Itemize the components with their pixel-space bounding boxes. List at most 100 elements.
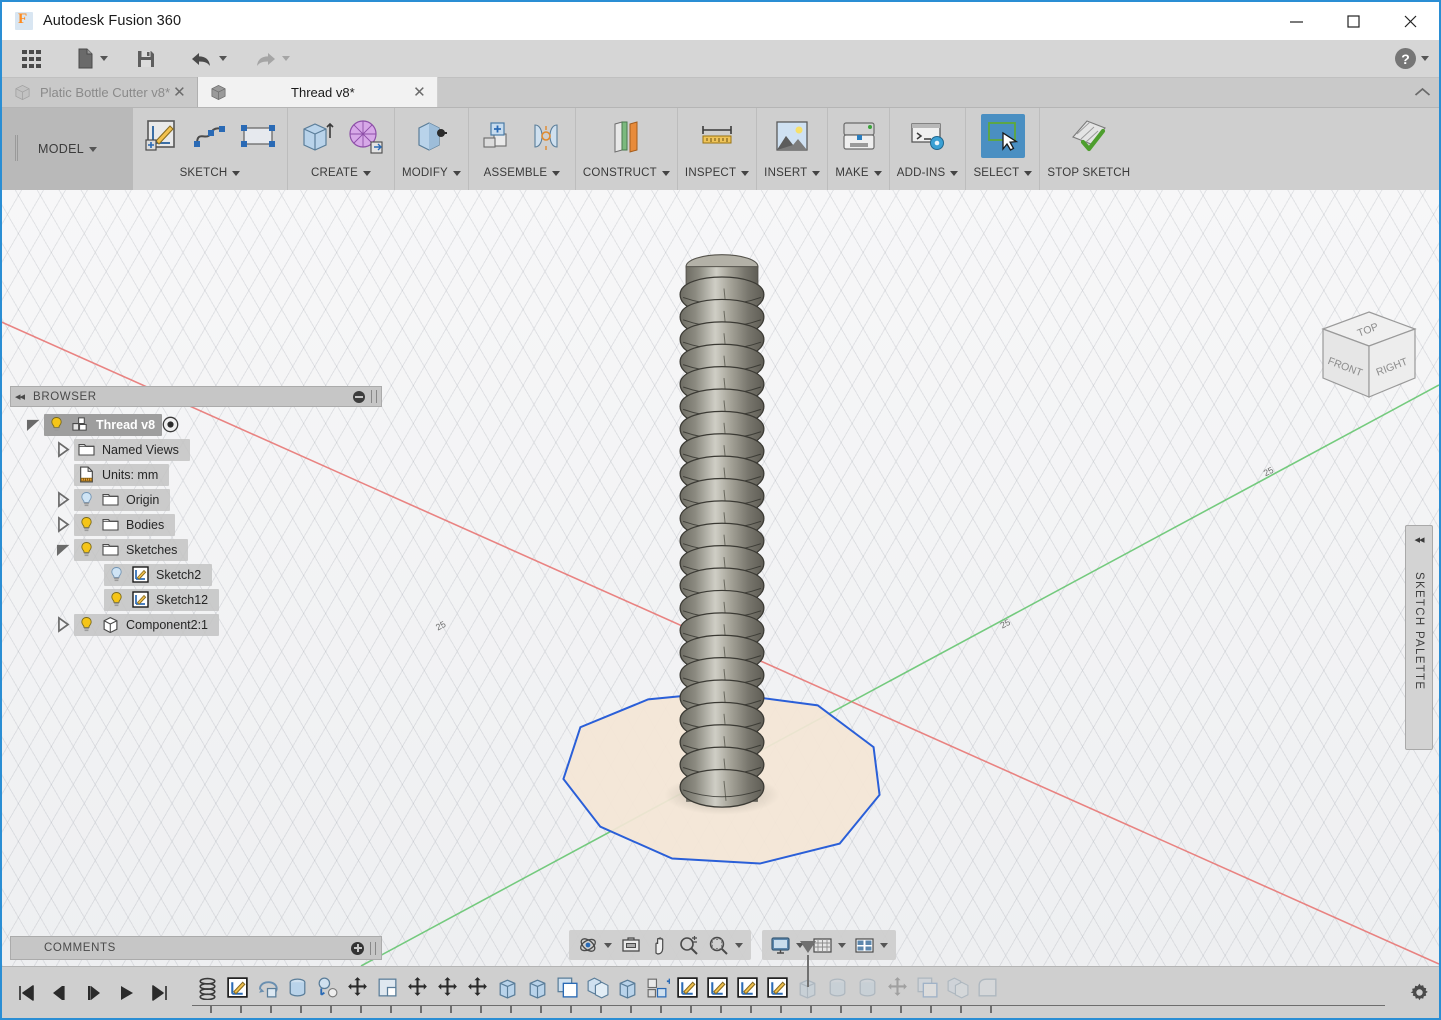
joint-button[interactable] xyxy=(524,114,568,158)
chevron-down-icon[interactable] xyxy=(950,171,958,176)
viewports-button[interactable] xyxy=(850,932,892,958)
workspace-switcher[interactable]: MODEL xyxy=(2,108,133,190)
chevron-down-icon[interactable] xyxy=(735,943,743,948)
chevron-down-icon[interactable] xyxy=(1024,171,1032,176)
timeline-settings-button[interactable] xyxy=(1399,967,1439,1019)
spline-button[interactable] xyxy=(188,114,232,158)
maximize-button[interactable] xyxy=(1325,2,1382,40)
light-bulb-icon[interactable] xyxy=(78,616,95,633)
3d-print-button[interactable] xyxy=(837,114,881,158)
go-to-end-button[interactable] xyxy=(144,976,174,1010)
move-feature-1[interactable] xyxy=(342,972,372,1004)
cylinder-feature[interactable] xyxy=(282,972,312,1004)
collapse-ribbon-button[interactable] xyxy=(1405,77,1439,107)
expand-arrow-down-icon[interactable] xyxy=(55,541,72,558)
expand-arrow-right-icon[interactable] xyxy=(55,441,72,458)
browser-item-chip[interactable]: Sketch12 xyxy=(104,589,219,611)
expand-arrow-right-icon[interactable] xyxy=(55,516,72,533)
save-button[interactable] xyxy=(130,44,162,74)
chevron-down-icon[interactable] xyxy=(363,171,371,176)
expand-arrow-right-icon[interactable] xyxy=(55,491,72,508)
stop-sketch-button[interactable] xyxy=(1067,114,1111,158)
browser-item-chip[interactable]: Bodies xyxy=(74,514,175,536)
new-component-button[interactable] xyxy=(476,114,520,158)
move-feature-3[interactable] xyxy=(432,972,462,1004)
close-button[interactable] xyxy=(1382,2,1439,40)
look-at-button[interactable] xyxy=(616,932,646,958)
light-bulb-icon[interactable] xyxy=(48,416,65,433)
browser-item-chip[interactable]: Named Views xyxy=(74,439,190,461)
document-tab-inactive[interactable]: Platic Bottle Cutter v8* ✕ xyxy=(2,77,198,107)
browser-tree-item[interactable]: Thread v8 xyxy=(10,412,382,437)
combine-feature[interactable] xyxy=(582,972,612,1004)
help-button[interactable]: ? xyxy=(1395,48,1416,69)
comments-panel[interactable]: COMMENTS xyxy=(10,936,382,960)
chevron-down-icon[interactable] xyxy=(812,171,820,176)
chevron-down-icon[interactable] xyxy=(874,171,882,176)
copy-feature-2[interactable] xyxy=(912,972,942,1004)
viewport-canvas[interactable]: 25 25 25 xyxy=(2,190,1439,966)
expand-arrow-down-icon[interactable] xyxy=(25,416,42,433)
browser-tree-item[interactable]: Sketch12 xyxy=(10,587,382,612)
collapse-left-icon[interactable]: ◂◂ xyxy=(15,390,24,403)
box-feature[interactable] xyxy=(372,972,402,1004)
orbit-button[interactable] xyxy=(573,932,616,958)
activate-component-radio-icon[interactable] xyxy=(162,416,179,433)
browser-tree-item[interactable]: Named Views xyxy=(10,437,382,462)
play-button[interactable] xyxy=(111,976,141,1010)
extrude-feature-3[interactable] xyxy=(612,972,642,1004)
chevron-down-icon[interactable] xyxy=(880,943,888,948)
select-button[interactable] xyxy=(981,114,1025,158)
pan-button[interactable] xyxy=(646,932,674,958)
collapse-right-icon[interactable]: ◂◂ xyxy=(1414,533,1423,546)
browser-tree-item[interactable]: Units: mm xyxy=(10,462,382,487)
twisty-toggle[interactable] xyxy=(52,541,74,558)
chevron-down-icon[interactable] xyxy=(741,171,749,176)
light-bulb-icon[interactable] xyxy=(78,541,95,558)
sketch-feature-2[interactable] xyxy=(672,972,702,1004)
panel-grip[interactable] xyxy=(371,390,377,403)
light-bulb-icon[interactable] xyxy=(78,491,95,508)
component-feature[interactable] xyxy=(642,972,672,1004)
rectangle-button[interactable] xyxy=(236,114,280,158)
move-feature-4[interactable] xyxy=(462,972,492,1004)
browser-item-chip[interactable]: Sketches xyxy=(74,539,188,561)
twisty-toggle[interactable] xyxy=(22,416,44,433)
light-bulb-icon[interactable] xyxy=(108,591,125,608)
timeline-marker[interactable] xyxy=(800,941,816,953)
browser-item-chip[interactable]: Units: mm xyxy=(74,464,169,486)
combine-feature-2[interactable] xyxy=(942,972,972,1004)
document-tab-active[interactable]: Thread v8* ✕ xyxy=(198,77,438,107)
twisty-toggle[interactable] xyxy=(52,616,74,633)
measure-button[interactable] xyxy=(695,114,739,158)
browser-tree-item[interactable]: Sketches xyxy=(10,537,382,562)
scripts-addins-button[interactable] xyxy=(906,114,950,158)
chevron-down-icon[interactable] xyxy=(552,171,560,176)
app-grid-button[interactable] xyxy=(15,44,49,74)
browser-item-chip[interactable]: Component2:1 xyxy=(74,614,219,636)
chevron-down-icon[interactable] xyxy=(838,943,846,948)
chevron-down-icon[interactable] xyxy=(232,171,240,176)
expand-arrow-right-icon[interactable] xyxy=(55,616,72,633)
move-feature-2[interactable] xyxy=(402,972,432,1004)
browser-item-chip[interactable]: Thread v8 xyxy=(44,414,162,436)
sketch-palette-panel[interactable]: ◂◂ SKETCH PALETTE xyxy=(1405,525,1433,750)
browser-tree-item[interactable]: Component2:1 xyxy=(10,612,382,637)
extrude-button[interactable] xyxy=(295,114,339,158)
chevron-down-icon[interactable] xyxy=(604,943,612,948)
close-icon[interactable]: ✕ xyxy=(410,83,429,101)
twisty-toggle[interactable] xyxy=(52,441,74,458)
browser-tree-item[interactable]: Bodies xyxy=(10,512,382,537)
sketch-feature-3[interactable] xyxy=(702,972,732,1004)
sketch-feature-4[interactable] xyxy=(732,972,762,1004)
browser-tree-item[interactable]: Origin xyxy=(10,487,382,512)
browser-item-chip[interactable]: Origin xyxy=(74,489,170,511)
browser-item-chip[interactable]: Sketch2 xyxy=(104,564,212,586)
timeline-track[interactable] xyxy=(188,971,1393,1015)
panel-grip[interactable] xyxy=(370,942,376,955)
chevron-down-icon[interactable] xyxy=(453,171,461,176)
redo-button[interactable] xyxy=(247,44,296,74)
copy-paste-feature[interactable] xyxy=(552,972,582,1004)
cylinder-feature-3[interactable] xyxy=(852,972,882,1004)
minimize-browser-icon[interactable] xyxy=(353,391,365,403)
